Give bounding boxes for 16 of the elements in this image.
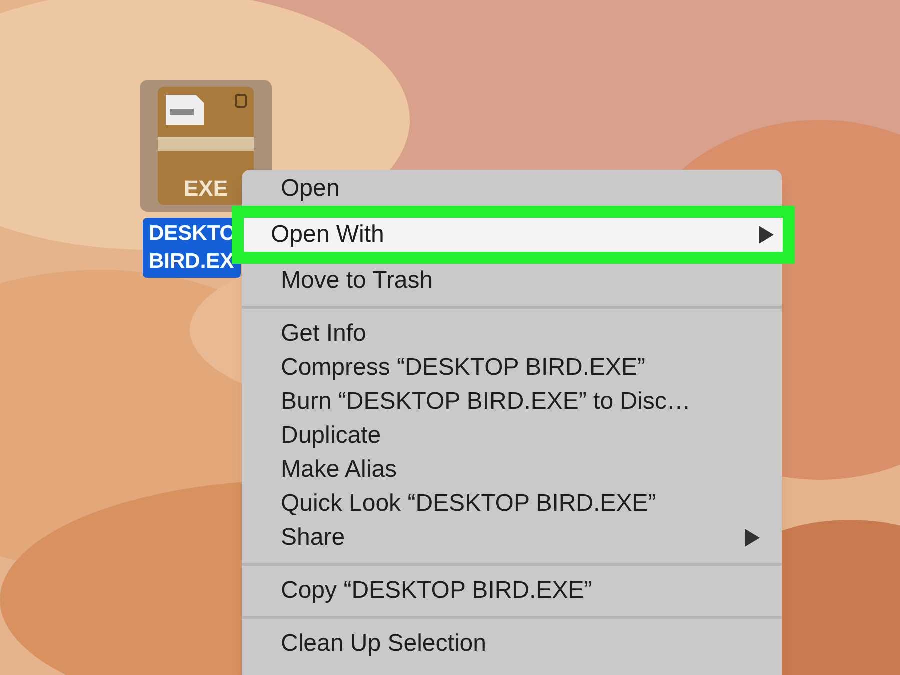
menu-item[interactable]: Make Alias — [281, 452, 398, 488]
submenu-arrow-icon — [759, 226, 774, 244]
archive-file-icon[interactable] — [158, 87, 254, 205]
file-name-label[interactable]: DESKTO BIRD.EX — [143, 218, 241, 278]
menu-item[interactable]: Move to Trash — [281, 263, 434, 299]
menu-item[interactable]: Open — [281, 171, 340, 207]
menu-item[interactable]: Compress “DESKTOP BIRD.EXE” — [281, 350, 646, 386]
menu-item[interactable]: Copy “DESKTOP BIRD.EXE” — [281, 573, 592, 609]
menu-item[interactable]: Share — [281, 520, 346, 556]
menu-item[interactable]: Get Info — [281, 316, 366, 352]
menu-item[interactable]: Burn “DESKTOP BIRD.EXE” to Disc… — [281, 384, 691, 420]
menu-item[interactable]: Duplicate — [281, 418, 382, 454]
menu-item[interactable]: Quick Look “DESKTOP BIRD.EXE” — [281, 486, 656, 522]
menu-item[interactable]: Clean Up Selection — [281, 626, 486, 662]
submenu-arrow-icon — [745, 529, 760, 547]
file-type-label: EXE — [184, 175, 228, 203]
